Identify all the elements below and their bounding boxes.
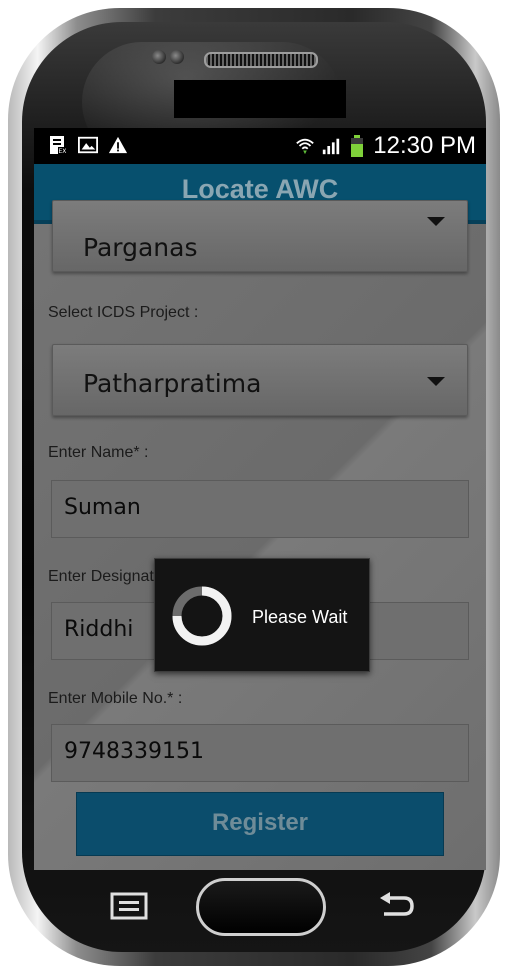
sensor-dot [152, 50, 166, 64]
loading-spinner-icon [172, 586, 232, 646]
status-right: 12:30 PM [295, 132, 476, 160]
status-bar: EX 12:30 PM [34, 128, 486, 164]
name-field[interactable]: Suman [51, 480, 469, 538]
register-label: Register [211, 809, 309, 836]
mobile-label: Enter Mobile No.* : [48, 690, 183, 707]
progress-dialog: Please Wait [154, 558, 370, 672]
menu-icon[interactable] [108, 890, 150, 922]
status-left-icons: EX [48, 135, 128, 155]
redacted-bar [174, 80, 346, 118]
image-icon [78, 135, 98, 155]
chevron-down-icon [427, 377, 445, 386]
form-content[interactable]: Parganas Select ICDS Project : Patharpra… [34, 200, 486, 870]
device-screen: EX 12:30 PM Locate AWC Parganas Select I… [34, 128, 486, 870]
name-label: Enter Name* : [48, 444, 149, 461]
name-value: Suman [64, 495, 141, 520]
project-spinner[interactable]: Patharpratima [52, 344, 468, 416]
register-button[interactable]: Register [76, 792, 444, 856]
designation-value: Riddhi [64, 617, 134, 642]
mobile-value: 9748339151 [64, 739, 204, 764]
status-time: 12:30 PM [373, 132, 476, 159]
sensor-dot [170, 50, 184, 64]
district-spinner[interactable]: Parganas [52, 200, 468, 272]
back-icon[interactable] [374, 890, 418, 922]
project-value: Patharpratima [83, 369, 262, 398]
dialog-message: Please Wait [252, 607, 348, 627]
signal-icon [321, 136, 341, 156]
earpiece-speaker [204, 52, 318, 68]
project-label: Select ICDS Project : [48, 304, 199, 321]
svg-text:EX: EX [59, 148, 67, 155]
chevron-down-icon [427, 217, 445, 226]
mobile-field[interactable]: 9748339151 [51, 724, 469, 782]
home-button[interactable] [196, 878, 326, 936]
warning-icon [108, 135, 128, 155]
wifi-icon [295, 136, 315, 156]
battery-icon [347, 135, 367, 157]
district-value: Parganas [83, 233, 198, 262]
data-icon: EX [48, 135, 68, 155]
